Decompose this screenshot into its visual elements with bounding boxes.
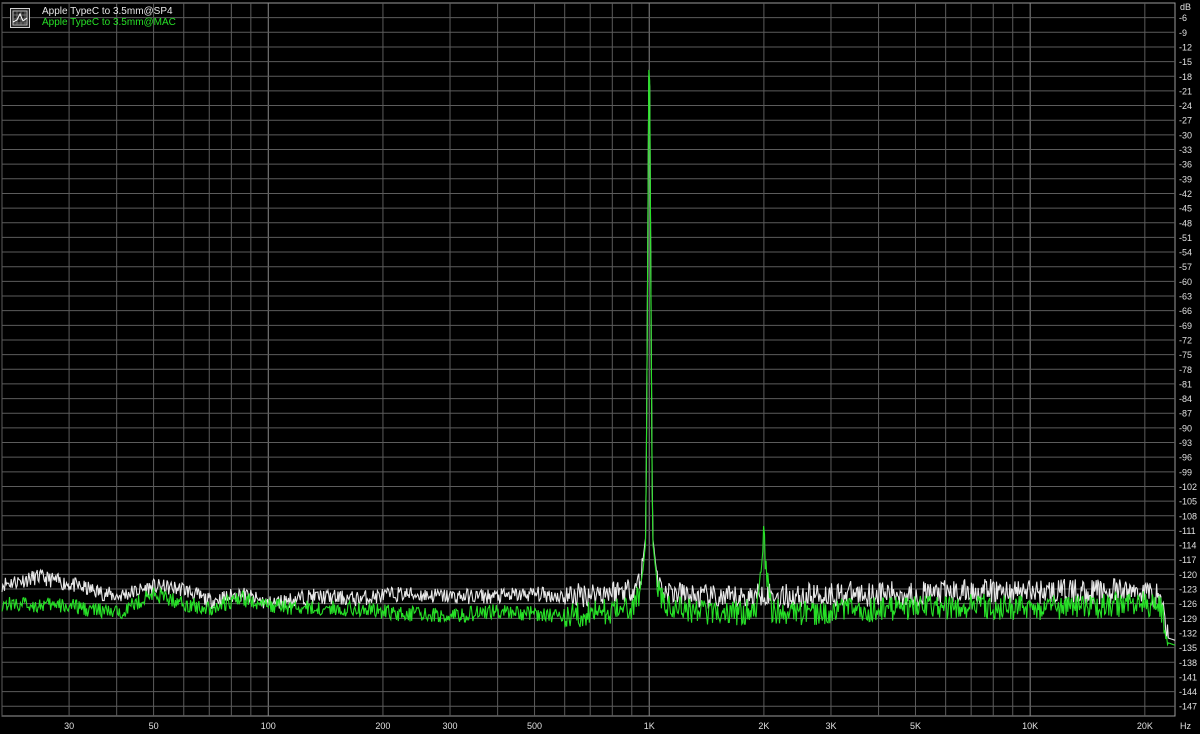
y-tick-label: -33 — [1179, 145, 1192, 155]
y-tick-label: -84 — [1179, 394, 1192, 404]
x-tick-label: 500 — [527, 721, 542, 731]
y-tick-label: -54 — [1179, 248, 1192, 258]
y-tick-label: -126 — [1179, 599, 1197, 609]
y-tick-label: -42 — [1179, 189, 1192, 199]
legend-item-mac: Apple TypeC to 3.5mm@MAC — [42, 17, 176, 28]
y-tick-label: -90 — [1179, 423, 1192, 433]
y-tick-label: -87 — [1179, 409, 1192, 419]
y-tick-label: -45 — [1179, 204, 1192, 214]
y-tick-label: -69 — [1179, 321, 1192, 331]
y-unit-label: dB — [1180, 2, 1191, 12]
y-tick-label: -57 — [1179, 262, 1192, 272]
y-tick-label: -102 — [1179, 482, 1197, 492]
y-tick-label: -72 — [1179, 335, 1192, 345]
y-tick-label: -147 — [1179, 702, 1197, 712]
x-tick-label: 2K — [758, 721, 769, 731]
y-tick-label: -66 — [1179, 306, 1192, 316]
y-tick-label: -75 — [1179, 350, 1192, 360]
y-tick-label: -39 — [1179, 174, 1192, 184]
y-tick-label: -135 — [1179, 643, 1197, 653]
y-tick-label: -51 — [1179, 233, 1192, 243]
x-tick-label: 200 — [375, 721, 390, 731]
y-tick-label: -120 — [1179, 570, 1197, 580]
y-tick-label: -114 — [1179, 541, 1196, 551]
y-tick-label: -108 — [1179, 511, 1197, 521]
y-tick-label: -111 — [1179, 526, 1196, 536]
y-tick-label: -36 — [1179, 160, 1192, 170]
x-tick-label: 3K — [825, 721, 836, 731]
y-tick-label: -81 — [1179, 379, 1192, 389]
y-tick-label: -132 — [1179, 628, 1197, 638]
spectrum-analyzer-view: dB -6 -9 -12 -15 -18 -21 -24 -27 -30 -33 -36 -39 -42 -… — [0, 0, 1200, 734]
x-tick-label: 300 — [443, 721, 458, 731]
y-tick-label: -144 — [1179, 687, 1197, 697]
x-tick-label: 10K — [1022, 721, 1038, 731]
y-tick-label: -24 — [1179, 101, 1192, 111]
x-tick-label: 20K — [1137, 721, 1153, 731]
y-tick-label: -96 — [1179, 453, 1192, 463]
y-tick-label: -60 — [1179, 277, 1192, 287]
y-tick-label: -12 — [1179, 42, 1192, 52]
y-tick-label: -30 — [1179, 130, 1192, 140]
y-tick-label: -123 — [1179, 585, 1197, 595]
y-tick-label: -105 — [1179, 497, 1197, 507]
x-tick-label: 5K — [910, 721, 921, 731]
legend-item-sp4: Apple TypeC to 3.5mm@SP4 — [42, 6, 173, 17]
x-tick-label: 100 — [261, 721, 276, 731]
y-tick-label: -63 — [1179, 292, 1192, 302]
graph-icon[interactable] — [10, 8, 30, 28]
y-tick-label: -141 — [1179, 672, 1197, 682]
x-tick-label: 30 — [64, 721, 74, 731]
spectrum-chart: dB-6 -9 -12 -15 -18 -21 -24 -27 -30 -33 -36 -39 -42 -… — [1, 2, 1197, 731]
x-tick-label: 50 — [149, 721, 159, 731]
x-tick-label: 1K — [644, 721, 655, 731]
y-tick-label: -78 — [1179, 365, 1192, 375]
y-tick-label: -15 — [1179, 57, 1192, 67]
y-tick-label: -93 — [1179, 438, 1192, 448]
y-tick-label: -117 — [1179, 555, 1196, 565]
y-tick-label: -6 — [1179, 13, 1187, 23]
y-tick-label: -129 — [1179, 614, 1197, 624]
x-unit-label: Hz — [1180, 721, 1191, 731]
y-tick-label: -18 — [1179, 72, 1192, 82]
y-tick-label: -138 — [1179, 658, 1197, 668]
y-tick-label: -27 — [1179, 116, 1192, 126]
y-tick-label: -48 — [1179, 218, 1192, 228]
y-tick-label: -9 — [1179, 28, 1187, 38]
y-tick-label: -21 — [1179, 86, 1192, 96]
y-tick-label: -99 — [1179, 467, 1192, 477]
